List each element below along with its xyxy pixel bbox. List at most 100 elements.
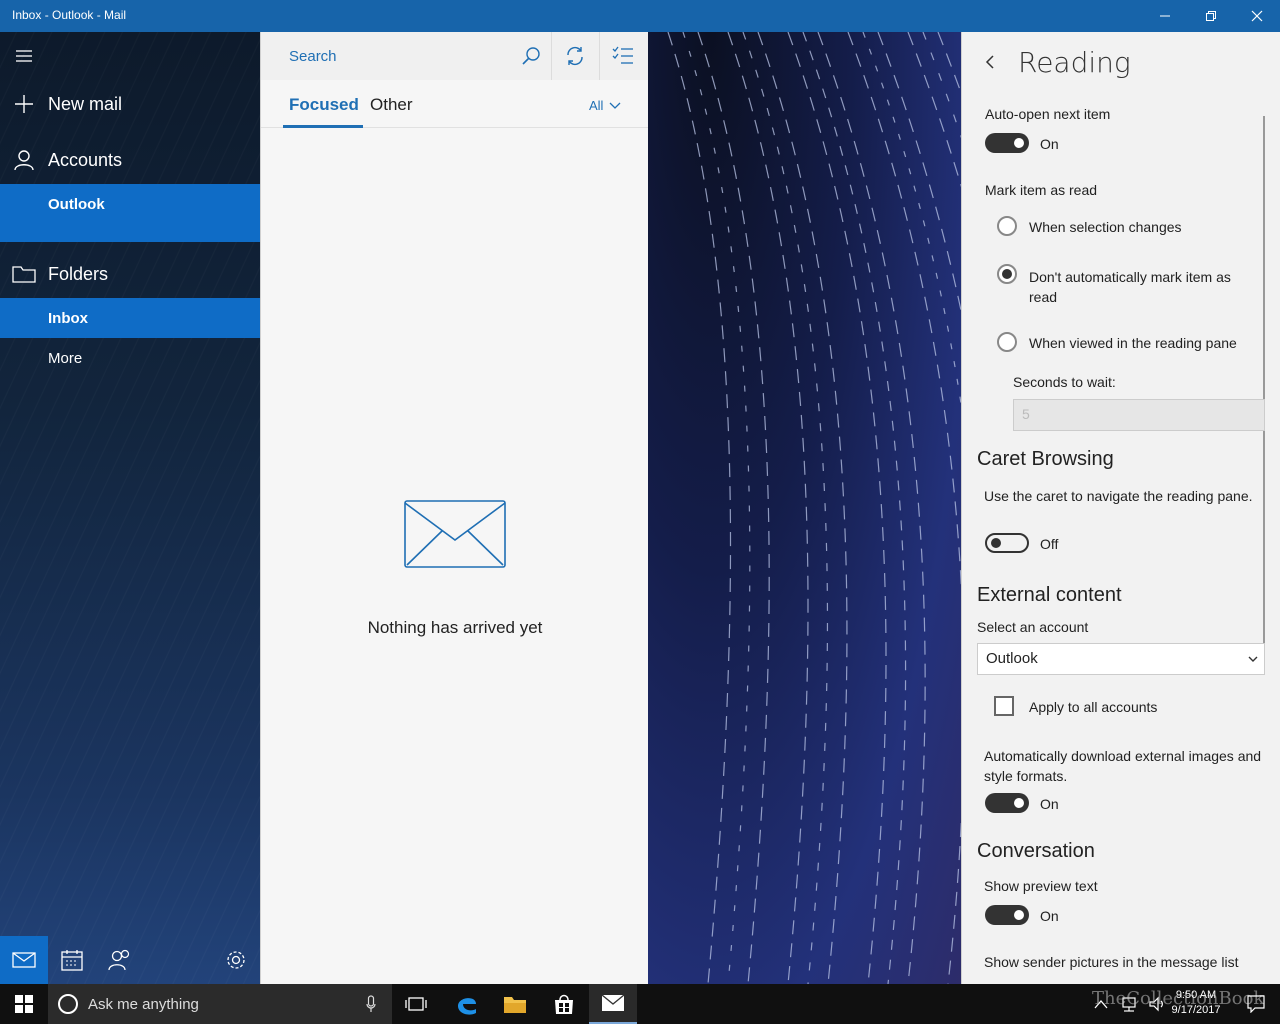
people-switch-button[interactable] [96, 936, 144, 984]
title-bar: Inbox - Outlook - Mail [0, 0, 1280, 32]
store-bag-icon [555, 994, 573, 1014]
message-list-pane: Search Focused Other All Nothing has arr… [260, 32, 649, 984]
chevron-down-icon [609, 102, 621, 109]
envelope-icon [404, 500, 506, 568]
reading-settings-panel: Reading Auto-open next item On Mark item… [961, 32, 1280, 984]
search-icon[interactable] [519, 44, 543, 68]
preview-state: On [1040, 908, 1059, 924]
caret-browsing-heading: Caret Browsing [977, 448, 1114, 470]
back-arrow-icon[interactable] [982, 54, 998, 70]
hamburger-button[interactable] [0, 40, 260, 72]
sender-pictures-label: Show sender pictures in the message list [984, 954, 1239, 970]
close-button[interactable] [1234, 0, 1280, 32]
empty-state-message: Nothing has arrived yet [367, 618, 543, 637]
mail-icon [12, 952, 36, 968]
caret-toggle[interactable] [985, 533, 1029, 553]
tab-focused[interactable]: Focused [289, 95, 359, 115]
minimize-button[interactable] [1142, 0, 1188, 32]
folder-item-inbox[interactable] [0, 298, 260, 338]
radio-when-selection-changes[interactable] [997, 216, 1017, 236]
divider [551, 32, 552, 80]
mark-read-label: Mark item as read [985, 182, 1098, 198]
auto-download-state: On [1040, 796, 1059, 812]
inbox-label: Inbox [48, 310, 88, 327]
accounts-label: Accounts [48, 149, 123, 170]
radio-label: When selection changes [1029, 219, 1182, 235]
preview-label: Show preview text [984, 878, 1098, 894]
gear-icon [227, 951, 245, 969]
store-button[interactable] [540, 984, 588, 1024]
new-mail-label: New mail [48, 93, 123, 114]
restore-button[interactable] [1188, 0, 1234, 32]
radio-label: Don't automatically mark item as read [1029, 269, 1231, 305]
tab-other[interactable]: Other [370, 95, 413, 115]
settings-button[interactable] [212, 936, 260, 984]
navigation-pane: New mail Accounts Outlook Folders Inbox … [0, 32, 260, 984]
people-icon [108, 949, 130, 971]
folders-label: Folders [48, 263, 109, 284]
filter-dropdown[interactable]: All [589, 98, 621, 113]
folder-icon [0, 265, 48, 283]
auto-open-state: On [1040, 136, 1059, 152]
taskbar: Ask me anything TheCollectionBook 9:50 A… [0, 984, 1280, 1024]
auto-download-toggle[interactable] [985, 793, 1029, 813]
mail-app-button[interactable] [589, 984, 637, 1024]
clock-date: 9/17/2017 [1171, 1004, 1221, 1016]
hamburger-icon [0, 49, 48, 63]
window-title: Inbox - Outlook - Mail [12, 8, 127, 22]
select-account-label: Select an account [977, 619, 1089, 635]
selection-mode-icon[interactable] [611, 44, 635, 68]
edge-button[interactable] [443, 984, 491, 1024]
conversation-heading: Conversation [977, 840, 1095, 862]
plus-icon [0, 94, 48, 114]
cortana-icon [58, 994, 78, 1014]
radio-dont-mark[interactable] [997, 264, 1017, 284]
divider [599, 32, 600, 80]
account-select[interactable]: Outlook [977, 643, 1265, 675]
microphone-icon [366, 995, 376, 1012]
preview-toggle[interactable] [985, 905, 1029, 925]
account-select-value: Outlook [986, 650, 1038, 667]
edge-icon [458, 998, 476, 1015]
star-trails-image [667, 32, 961, 984]
task-view-button[interactable] [392, 984, 440, 1024]
file-explorer-button[interactable] [491, 984, 539, 1024]
person-icon [0, 149, 48, 171]
new-mail-button[interactable]: New mail [0, 84, 260, 124]
auto-download-label: Automatically download external images a… [984, 748, 1262, 784]
seconds-input[interactable]: 5 [1013, 399, 1265, 431]
auto-open-toggle[interactable] [985, 133, 1029, 153]
calendar-icon [61, 950, 83, 971]
sync-icon[interactable] [563, 44, 587, 68]
tab-selected-indicator [283, 125, 363, 128]
calendar-switch-button[interactable] [48, 936, 96, 984]
windows-logo-icon [15, 995, 33, 1013]
folder-icon [504, 997, 526, 1013]
start-button[interactable] [0, 984, 48, 1024]
account-item-outlook[interactable] [0, 184, 260, 242]
accounts-button[interactable]: Accounts [0, 140, 260, 180]
task-view-icon [405, 997, 427, 1011]
search-bar: Search [261, 32, 649, 80]
action-center-button[interactable] [1232, 984, 1280, 1024]
taskbar-search-placeholder: Ask me anything [88, 996, 199, 1013]
caret-description: Use the caret to navigate the reading pa… [984, 488, 1253, 504]
app-switcher [0, 936, 260, 984]
cortana-search-box[interactable]: Ask me anything [48, 984, 392, 1024]
folders-button[interactable]: Folders [0, 254, 260, 294]
seconds-label: Seconds to wait: [1013, 374, 1116, 390]
clock[interactable]: 9:50 AM 9/17/2017 [1160, 988, 1232, 1018]
apply-all-label: Apply to all accounts [1029, 699, 1158, 715]
account-name: Outlook [48, 196, 105, 213]
radio-when-viewed[interactable] [997, 332, 1017, 352]
scrollbar[interactable] [1263, 116, 1265, 644]
settings-title: Reading [1018, 46, 1131, 79]
more-folders-link[interactable]: More [48, 350, 82, 367]
clock-time: 9:50 AM [1175, 989, 1217, 1001]
mail-switch-button[interactable] [0, 936, 48, 984]
search-input[interactable]: Search [289, 48, 337, 65]
inbox-tabs: Focused Other All [261, 80, 649, 128]
reading-pane-background [648, 32, 961, 984]
caret-state: Off [1040, 536, 1059, 552]
apply-all-checkbox[interactable] [994, 696, 1014, 716]
